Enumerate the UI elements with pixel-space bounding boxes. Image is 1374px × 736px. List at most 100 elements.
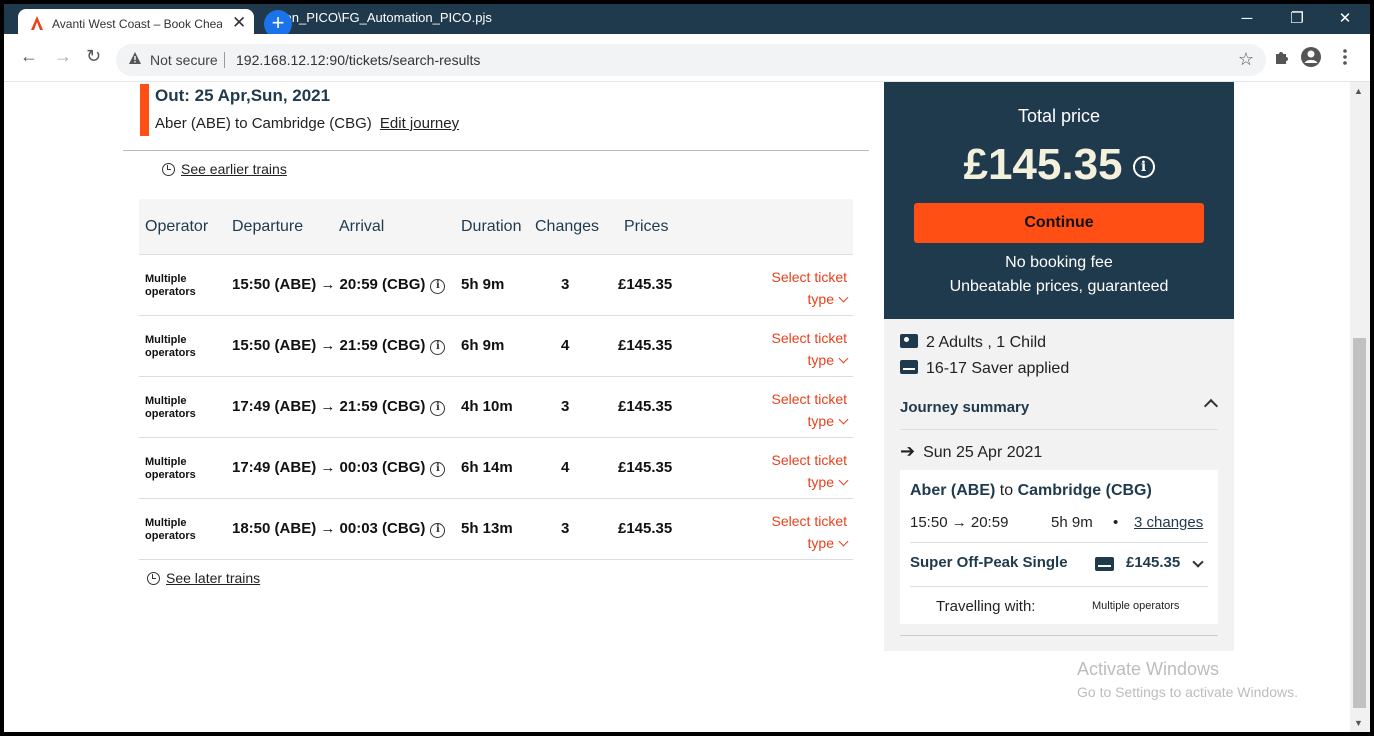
journey-card-times: 15:50 → 20:59: [910, 514, 1009, 531]
price-cell: £145.35: [618, 459, 673, 476]
operator-line1: Multiple: [145, 456, 187, 468]
see-earlier-label: See earlier trains: [181, 161, 287, 177]
journey-date-text: Sun 25 Apr 2021: [923, 444, 1043, 461]
select-line1: Select ticket: [771, 452, 847, 468]
table-row[interactable]: Multiple operators 17:49 (ABE) → 21:59 (C…: [139, 377, 853, 438]
scroll-thumb[interactable]: [1353, 338, 1366, 708]
minimize-button[interactable]: ─: [1224, 4, 1270, 34]
operator-line1: Multiple: [145, 273, 187, 285]
total-price-amount: £145.35 i: [884, 140, 1234, 190]
activate-windows-watermark: Activate Windows Go to Settings to activ…: [1077, 659, 1298, 700]
results-table: Operator Departure Arrival Duration Chan…: [139, 199, 853, 560]
vertical-scrollbar[interactable]: ▲ ▼: [1350, 82, 1370, 732]
passengers-text: 2 Adults , 1 Child: [926, 334, 1047, 351]
select-line2: type: [807, 291, 834, 307]
table-row[interactable]: Multiple operators 15:50 (ABE) → 20:59 (C…: [139, 255, 853, 316]
extensions-puzzle-icon[interactable]: [1270, 46, 1292, 68]
journey-card-duration: 5h 9m: [1051, 514, 1093, 531]
select-ticket-type-button[interactable]: Select ticket type: [771, 266, 849, 310]
avanti-logo-icon: [31, 16, 43, 30]
chevron-down-icon: [838, 414, 849, 425]
operator-cell: Multiple operators: [145, 517, 205, 543]
scroll-down-arrow-icon[interactable]: ▼: [1354, 718, 1363, 728]
info-icon[interactable]: i: [430, 401, 446, 416]
times-text: 17:49 (ABE) → 21:59 (CBG): [232, 398, 426, 415]
table-row[interactable]: Multiple operators 15:50 (ABE) → 21:59 (C…: [139, 316, 853, 377]
card-divider: [910, 542, 1208, 543]
clock-icon: [147, 572, 160, 585]
times-text: 17:49 (ABE) → 00:03 (CBG): [232, 459, 426, 476]
info-icon[interactable]: i: [430, 279, 446, 294]
info-icon[interactable]: i: [430, 340, 446, 355]
header-departure: Departure: [232, 218, 304, 235]
profile-avatar-icon[interactable]: [1300, 46, 1322, 68]
chevron-down-icon: [838, 292, 849, 303]
watermark-line2: Go to Settings to activate Windows.: [1077, 684, 1298, 700]
table-row[interactable]: Multiple operators 18:50 (ABE) → 00:03 (C…: [139, 499, 853, 560]
changes-cell: 3: [561, 276, 570, 293]
warning-icon: [129, 52, 141, 64]
chevron-up-icon[interactable]: [1203, 398, 1219, 414]
select-line2: type: [807, 413, 834, 429]
operator-line2: operators: [145, 286, 196, 298]
close-window-button[interactable]: ✕: [1322, 4, 1368, 34]
times-cell: 15:50 (ABE) → 20:59 (CBG) i: [232, 276, 446, 294]
header-changes: Changes: [535, 218, 600, 235]
omnibox-divider: [224, 52, 225, 68]
header-divider: [123, 150, 869, 151]
info-icon[interactable]: i: [430, 523, 446, 538]
duration-cell: 4h 10m: [461, 398, 513, 415]
scroll-up-arrow-icon[interactable]: ▲: [1354, 86, 1363, 96]
journey-summary-panel: 2 Adults , 1 Child 16-17 Saver applied J…: [884, 319, 1234, 651]
forward-arrow-icon[interactable]: →: [54, 46, 72, 67]
reload-icon[interactable]: ↻: [86, 46, 101, 67]
select-ticket-type-button[interactable]: Select ticket type: [771, 449, 849, 493]
fare-chevron-down-icon[interactable]: [1192, 556, 1204, 568]
operator-line2: operators: [145, 347, 196, 359]
select-ticket-type-button[interactable]: Select ticket type: [772, 327, 849, 371]
table-row[interactable]: Multiple operators 17:49 (ABE) → 00:03 (C…: [139, 438, 853, 499]
route-from: Aber (ABE): [910, 482, 996, 499]
changes-cell: 4: [561, 459, 570, 476]
see-later-trains-link[interactable]: See later trains: [147, 570, 260, 586]
restore-button[interactable]: ❐: [1274, 4, 1320, 34]
menu-kebab-icon[interactable]: [1334, 46, 1356, 68]
back-arrow-icon[interactable]: ←: [20, 46, 38, 67]
see-earlier-trains-link[interactable]: See earlier trains: [162, 161, 287, 177]
duration-cell: 5h 13m: [461, 520, 513, 537]
route-to-word: to: [999, 482, 1014, 499]
select-ticket-type-button[interactable]: Select ticket type: [772, 388, 849, 432]
url-text[interactable]: 192.168.12.12:90/tickets/search-results: [236, 52, 480, 68]
page-content: Out: 25 Apr,Sun, 2021 Aber (ABE) to Camb…: [4, 82, 1350, 732]
journey-card-route: Aber (ABE) to Cambridge (CBG): [910, 482, 1152, 500]
total-price-label: Total price: [1017, 106, 1101, 126]
info-icon[interactable]: i: [430, 462, 446, 477]
price-cell: £145.35: [618, 337, 673, 354]
changes-link[interactable]: 3 changes: [1134, 514, 1203, 531]
bookmark-star-icon[interactable]: ☆: [1238, 49, 1254, 70]
price-info-icon[interactable]: i: [1132, 156, 1155, 178]
browser-window: tion_PICO\FG_Automation_PICO.pjs Avanti …: [4, 4, 1370, 732]
edit-journey-link[interactable]: Edit journey: [380, 115, 459, 132]
continue-button[interactable]: Continue: [914, 203, 1204, 243]
behind-window-title: tion_PICO\FG_Automation_PICO.pjs: [278, 10, 492, 25]
watermark-line1: Activate Windows: [1077, 659, 1220, 679]
select-ticket-type-button[interactable]: Select ticket type: [772, 510, 849, 554]
table-header: Operator Departure Arrival Duration Chan…: [139, 199, 853, 255]
journey-date: ➔ Sun 25 Apr 2021: [900, 441, 1042, 462]
select-line1: Select ticket: [771, 269, 847, 285]
title-bar: tion_PICO\FG_Automation_PICO.pjs Avanti …: [4, 4, 1370, 39]
duration-cell: 6h 14m: [461, 459, 513, 476]
chevron-down-icon: [838, 353, 849, 364]
summary-divider: [900, 429, 1218, 430]
changes-cell: 4: [561, 337, 570, 354]
out-accent-bar: [140, 84, 149, 136]
select-line2: type: [807, 474, 834, 490]
operator-line1: Multiple: [145, 334, 187, 346]
operator-line2: operators: [145, 469, 196, 481]
header-prices: Prices: [624, 218, 669, 235]
address-bar[interactable]: Not secure 192.168.12.12:90/tickets/sear…: [116, 44, 1266, 76]
operator-line2: operators: [145, 530, 196, 542]
price-cell: £145.35: [618, 276, 673, 293]
close-tab-icon[interactable]: ✕: [232, 13, 246, 33]
